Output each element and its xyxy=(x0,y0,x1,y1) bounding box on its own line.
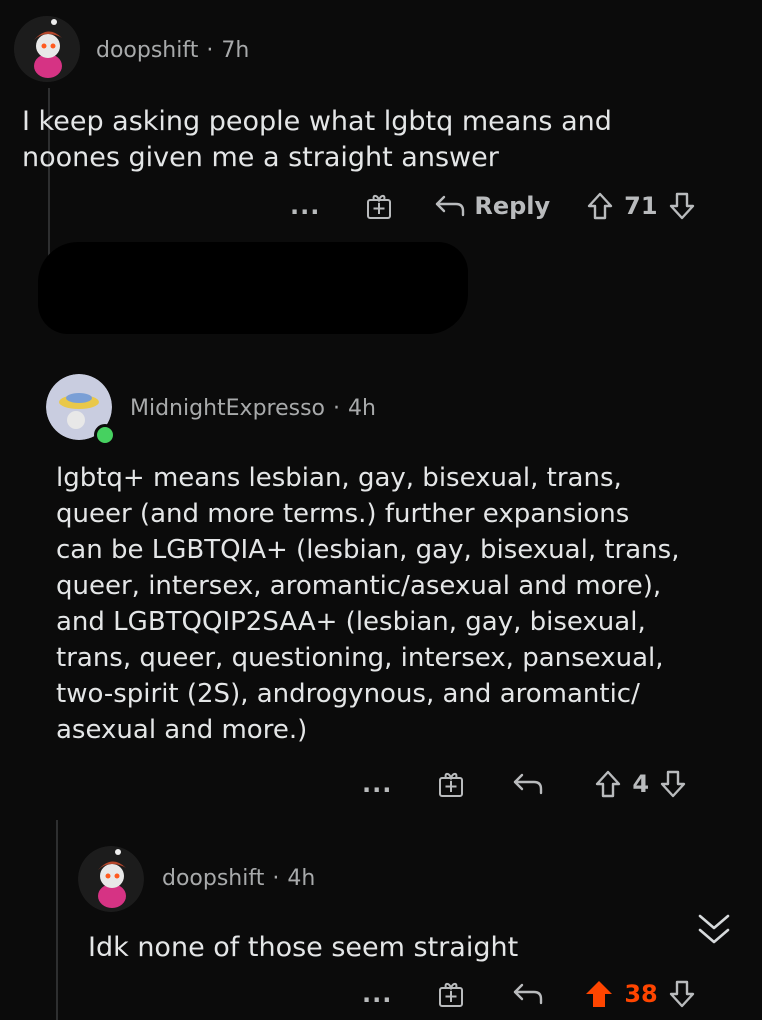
vote-score: 4 xyxy=(632,770,650,798)
reply-button[interactable]: Reply xyxy=(474,192,550,220)
comment-actions: ... 38 xyxy=(362,976,696,1012)
comment-body: Idk none of those seem straight xyxy=(88,932,519,963)
reply-arrow-icon[interactable] xyxy=(434,193,466,219)
comment-age: 4h xyxy=(287,866,316,891)
award-icon[interactable] xyxy=(436,769,466,799)
redacted-comment xyxy=(38,242,468,334)
online-status-dot xyxy=(94,424,116,446)
comment-actions: ... Reply 71 xyxy=(290,188,696,224)
username[interactable]: doopshift xyxy=(96,38,198,63)
award-icon[interactable] xyxy=(364,191,394,221)
reply-arrow-icon[interactable] xyxy=(512,771,544,797)
comment-meta: doopshift · 7h xyxy=(96,38,250,63)
avatar[interactable] xyxy=(14,16,80,82)
more-options-button[interactable]: ... xyxy=(362,770,392,798)
reply-arrow-icon[interactable] xyxy=(512,981,544,1007)
upvote-icon[interactable] xyxy=(594,769,622,799)
downvote-icon[interactable] xyxy=(659,769,687,799)
comment-body: lgbtq+ means lesbian, gay, bisexual, tra… xyxy=(56,463,680,745)
comment-meta: doopshift · 4h xyxy=(162,866,316,891)
username[interactable]: MidnightExpresso xyxy=(130,396,325,421)
upvote-icon[interactable] xyxy=(586,191,614,221)
avatar[interactable] xyxy=(78,846,144,912)
downvote-icon[interactable] xyxy=(668,191,696,221)
username[interactable]: doopshift xyxy=(162,866,264,891)
award-icon[interactable] xyxy=(436,979,466,1009)
thread-line-reply[interactable] xyxy=(56,820,58,1020)
more-options-button[interactable]: ... xyxy=(362,980,392,1008)
vote-score: 71 xyxy=(624,192,658,220)
vote-score: 38 xyxy=(624,980,658,1008)
comment-age: 7h xyxy=(221,38,250,63)
comment-age: 4h xyxy=(348,396,376,421)
collapse-chevron-icon[interactable] xyxy=(694,910,734,950)
more-options-button[interactable]: ... xyxy=(290,192,320,220)
comment-meta: MidnightExpresso · 4h xyxy=(130,396,376,421)
comment-body: I keep asking people what lgbtq means an… xyxy=(22,106,612,173)
downvote-icon[interactable] xyxy=(668,979,696,1009)
comment-actions: ... 4 xyxy=(362,766,687,802)
upvote-icon[interactable] xyxy=(584,979,614,1009)
